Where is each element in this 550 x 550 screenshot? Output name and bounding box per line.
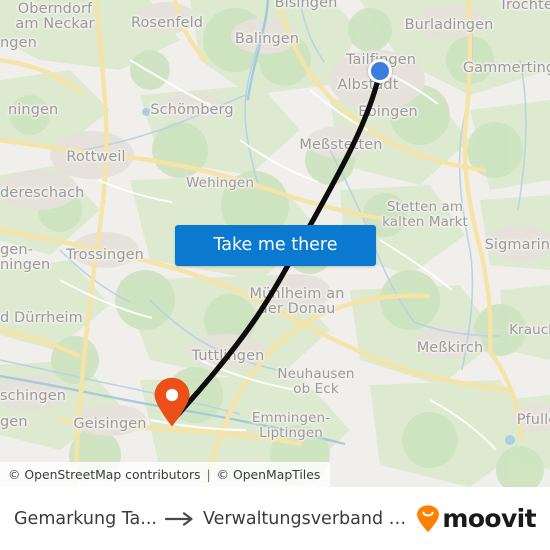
- trip-summary: Gemarkung Ta... Verwaltungsverband Immen…: [14, 509, 406, 529]
- origin-dot-marker[interactable]: [368, 59, 392, 83]
- map-viewport[interactable]: Oberndorf am Neckar Rosenfeld Balingen Bisi…: [0, 0, 550, 487]
- attribution-maptiles[interactable]: © OpenMapTiles: [217, 467, 321, 482]
- moovit-trip-map-screen: Oberndorf am Neckar Rosenfeld Balingen Bisi…: [0, 0, 550, 550]
- arrow-right-icon: [164, 511, 193, 526]
- attribution-separator: |: [206, 467, 211, 482]
- destination-pin-marker[interactable]: [153, 377, 191, 427]
- map-attribution: © OpenStreetMap contributors | © OpenMap…: [0, 462, 331, 487]
- trip-origin-label: Gemarkung Ta...: [14, 508, 157, 529]
- take-me-there-button[interactable]: Take me there: [175, 225, 376, 266]
- moovit-wordmark: moovit: [442, 504, 536, 533]
- footer-bar: Gemarkung Ta... Verwaltungsverband Immen…: [0, 487, 550, 550]
- trip-destination-label: Verwaltungsverband Immending...: [202, 508, 406, 529]
- moovit-logo[interactable]: moovit: [416, 504, 537, 533]
- attribution-osm[interactable]: © OpenStreetMap contributors: [8, 467, 201, 482]
- moovit-pin-icon: [417, 504, 440, 532]
